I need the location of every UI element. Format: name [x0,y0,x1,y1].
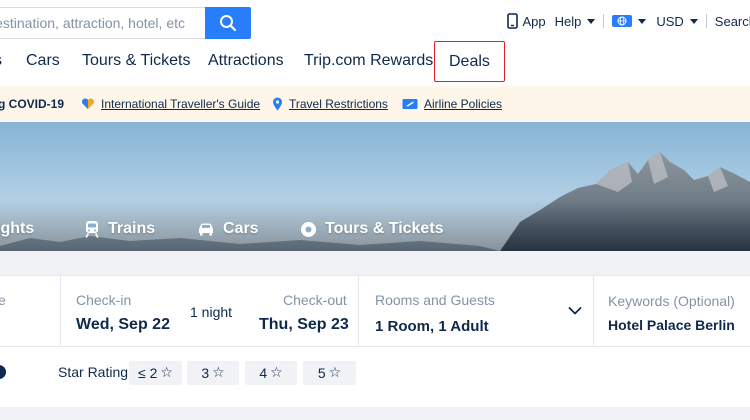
filter-bar: Star Rating ≤ 2 ☆ 3 ☆ 4 ☆ 5 ☆ [0,347,750,407]
nav-item-rewards[interactable]: Trip.com Rewards [304,42,433,82]
tab-trains[interactable]: Trains [84,220,155,238]
airline-policies-label: Airline Policies [424,97,503,111]
nav-item-stays[interactable]: s [0,42,2,82]
destination-label: e [0,292,6,308]
app-link[interactable]: App [507,13,546,29]
star-option-label: ≤ 2 [138,365,158,381]
language-selector[interactable] [612,15,647,27]
divider [603,14,605,28]
airline-policies-link[interactable]: Airline Policies [402,97,502,111]
star-option-label: 5 [317,365,326,381]
date-range-field[interactable]: Check-in Wed, Sep 22 1 night Check-out T… [61,276,358,347]
search-link[interactable]: Search [715,14,750,29]
star-option-label: 4 [259,365,268,381]
star-filter-4[interactable]: 4 ☆ [245,361,297,385]
help-menu[interactable]: Help [555,14,596,29]
heart-icon [81,98,95,109]
chevron-down-icon [638,18,647,24]
star-option-label: 3 [201,365,210,381]
star-icon: ☆ [212,365,225,381]
top-right-menu: App Help USD Search [507,0,750,42]
search-input[interactable] [0,8,206,38]
checkin-label: Check-in [76,292,132,308]
divider [705,14,707,28]
travel-restrictions-link[interactable]: Travel Restrictions [272,97,388,111]
destination-field[interactable]: e [0,276,60,347]
phone-icon [507,13,519,29]
travellers-guide-link[interactable]: International Traveller's Guide [81,97,260,111]
tab-tours-tickets-label: Tours & Tickets [325,220,444,237]
tab-tours-tickets[interactable]: Tours & Tickets [300,220,444,238]
star-icon: ☆ [270,365,283,381]
chevron-down-icon [587,18,596,24]
help-label: Help [554,13,582,29]
tab-cars-label: Cars [223,220,259,237]
search-label: Search [714,13,750,29]
nav-item-deals[interactable]: Deals [434,41,505,82]
app-label: App [522,13,546,29]
search-button[interactable] [205,7,251,39]
nav-item-attractions[interactable]: Attractions [208,42,284,82]
search-box[interactable] [0,7,206,39]
covid-banner: g COVID-19 International Traveller's Gui… [0,86,750,122]
globe-icon [612,15,633,27]
car-icon [199,223,213,236]
star-filter-3[interactable]: 3 ☆ [187,361,239,385]
covid-heading: g COVID-19 [0,97,65,111]
main-nav: s Cars Tours & Tickets Attractions Trip.… [0,41,750,86]
keywords-label: Keywords (Optional) [608,293,735,309]
travellers-guide-label: International Traveller's Guide [101,97,261,111]
train-icon [85,221,99,238]
hero-banner: ights Trains Cars Tours & Tic [0,122,750,251]
tab-trains-label: Trains [108,220,156,237]
rooms-guests-field[interactable]: Rooms and Guests 1 Room, 1 Adult [359,276,593,347]
currency-selector[interactable]: USD [656,13,698,29]
airline-icon [402,99,418,109]
top-bar: App Help USD Search [0,0,750,42]
checkin-value: Wed, Sep 22 [76,316,170,333]
currency-label: USD [656,13,684,29]
toggle-indicator[interactable] [0,365,6,379]
hotel-search-panel: e Check-in Wed, Sep 22 1 night Check-out… [0,275,750,347]
rooms-guests-label: Rooms and Guests [375,292,495,308]
travel-restrictions-label: Travel Restrictions [289,97,388,111]
nav-item-cars[interactable]: Cars [26,42,60,82]
nav-item-tours-tickets[interactable]: Tours & Tickets [82,42,190,82]
checkout-value: Thu, Sep 23 [259,316,349,333]
keywords-field[interactable]: Keywords (Optional) Hotel Palace Berlin [594,276,750,347]
nights-count: 1 night [190,304,233,320]
chevron-down-icon [689,18,698,24]
rooms-guests-value: 1 Room, 1 Adult [375,318,489,335]
chevron-down-icon [568,307,582,315]
tab-flights-label: ights [0,220,35,237]
location-pin-icon [273,97,282,111]
ticket-icon [301,221,316,237]
keywords-value: Hotel Palace Berlin [608,317,735,333]
search-icon [220,15,237,32]
checkout-label: Check-out [283,292,347,308]
star-icon: ☆ [160,365,173,381]
tab-flights[interactable]: ights [0,220,34,238]
star-filter-5[interactable]: 5 ☆ [303,361,356,385]
star-icon: ☆ [328,365,342,381]
tab-cars[interactable]: Cars [197,220,259,238]
star-rating-label: Star Rating [58,364,129,380]
star-filter-2-or-less[interactable]: ≤ 2 ☆ [129,361,182,385]
